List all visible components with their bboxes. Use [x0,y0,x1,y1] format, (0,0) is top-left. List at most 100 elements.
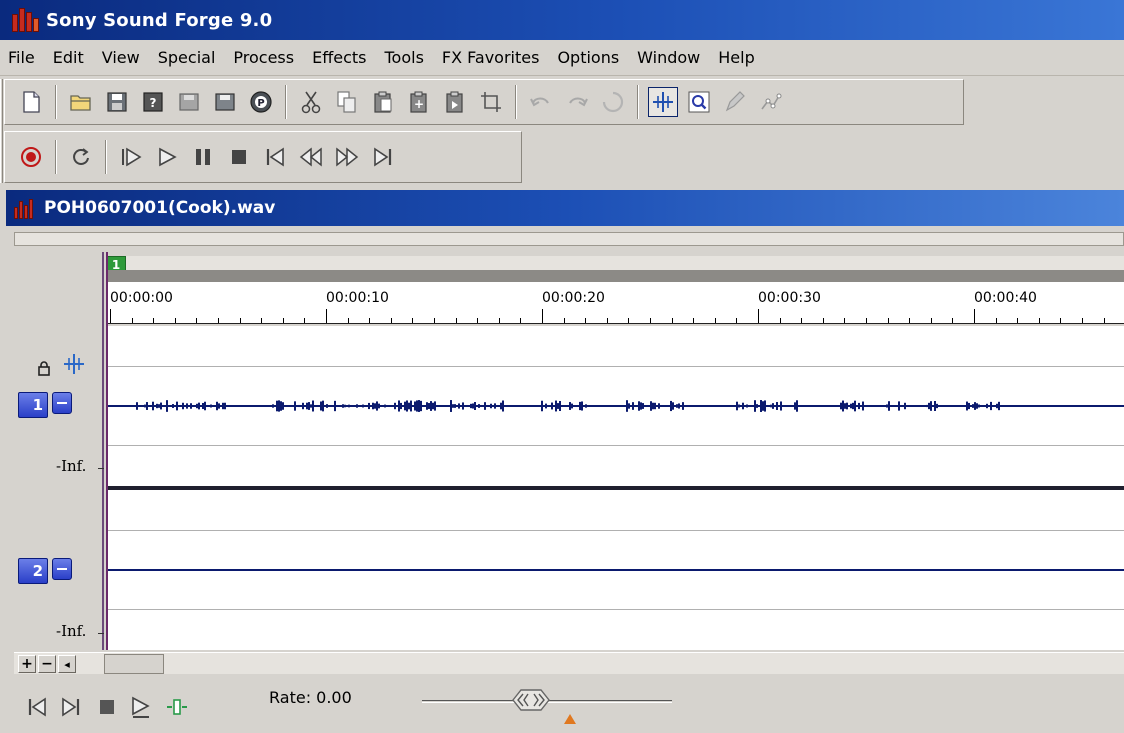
ruler-tick [131,318,133,323]
ruler-tick [758,309,759,323]
channel-2-button[interactable]: 2 [18,558,48,584]
rate-slider-thumb[interactable] [511,686,551,714]
ruler-tick [1060,318,1062,323]
ruler-tick [261,318,263,323]
menu-process[interactable]: Process [224,48,303,67]
menu-help[interactable]: Help [709,48,763,67]
horizontal-scrollbar[interactable]: + − ◂ [14,652,1124,674]
channel-2-minimize-button[interactable] [52,558,72,580]
paste-new-icon[interactable]: + [404,87,434,117]
envelope-tool-icon[interactable] [756,87,786,117]
mix-icon[interactable] [440,87,470,117]
channel-1-button[interactable]: 1 [18,392,48,418]
zoom-in-button[interactable]: + [18,655,36,673]
overview-bar[interactable] [14,232,1124,246]
pause-icon[interactable] [188,142,218,172]
menu-window[interactable]: Window [628,48,709,67]
loop-icon[interactable] [66,142,96,172]
crop-icon[interactable] [476,87,506,117]
waveform-peak [198,402,200,410]
undo-icon[interactable] [526,87,556,117]
render-icon[interactable] [210,87,240,117]
waveform-peak [854,400,856,412]
menu-fx-favorites[interactable]: FX Favorites [433,48,549,67]
menu-options[interactable]: Options [548,48,628,67]
play-all-icon[interactable] [116,142,146,172]
scroll-left-button[interactable]: ◂ [58,655,76,673]
waveform-peak [500,402,502,410]
properties-icon[interactable]: P [246,87,276,117]
channel-2-waveform[interactable] [106,490,1124,650]
menu-effects[interactable]: Effects [303,48,375,67]
menu-special[interactable]: Special [149,48,225,67]
edit-cursor [106,252,108,650]
repeat-icon[interactable] [598,87,628,117]
ruler-tick [628,318,630,323]
waveform-peak [400,402,402,410]
record-icon[interactable] [16,142,46,172]
go-to-start-icon[interactable] [24,694,50,720]
scroll-thumb[interactable] [104,654,164,674]
playbar[interactable] [106,270,1124,282]
waveform-peak [156,403,158,409]
lock-icon[interactable] [36,360,52,376]
rewind-icon[interactable] [296,142,326,172]
play-normal-icon[interactable] [128,694,154,720]
rate-center-marker [564,714,576,724]
play-icon[interactable] [152,142,182,172]
waveform-peak [762,401,764,411]
stop-icon[interactable] [94,694,120,720]
data-window-title-bar[interactable]: POH0607001(Cook).wav [6,190,1124,226]
magnify-tool-icon[interactable] [684,87,714,117]
waveform-peak [136,402,138,410]
waveform-peak [334,400,336,412]
cut-icon[interactable] [296,87,326,117]
go-to-end-icon[interactable] [368,142,398,172]
new-icon[interactable] [16,87,46,117]
menu-edit[interactable]: Edit [44,48,93,67]
toolbar-separator [105,140,107,174]
scrub-icon[interactable] [164,694,190,720]
menu-tools[interactable]: Tools [375,48,432,67]
pencil-tool-icon[interactable] [720,87,750,117]
file-name: POH0607001(Cook).wav [44,198,276,218]
menu-view[interactable]: View [93,48,149,67]
data-window: POH0607001(Cook).wav 1 -Inf. 2 -Inf. 1 0… [6,190,1124,733]
waveform-peak [886,404,888,408]
standard-toolbar: ? P + [4,79,964,125]
paste-icon[interactable] [368,87,398,117]
toolbar-grip[interactable] [0,79,3,183]
zoom-out-button[interactable]: − [38,655,56,673]
waveform-peak [166,400,168,412]
open-icon[interactable] [66,87,96,117]
menu-file[interactable]: File [0,48,44,67]
waveform-peak [222,402,224,410]
go-to-start-icon[interactable] [260,142,290,172]
ruler-label-0: 00:00:00 [110,290,173,306]
waveform-peak [384,404,386,408]
redo-icon[interactable] [562,87,592,117]
save-all-icon[interactable] [174,87,204,117]
copy-icon[interactable] [332,87,362,117]
channel-1-waveform[interactable] [106,326,1124,486]
edit-tool-icon[interactable] [648,87,678,117]
ruler-tick [412,318,414,323]
waveform-peak [146,402,148,410]
time-ruler[interactable]: 00:00:00 00:00:10 00:00:20 00:00:30 00:0… [106,282,1124,324]
snap-to-zero-icon[interactable] [62,352,86,376]
stop-icon[interactable] [224,142,254,172]
channel-1-minimize-button[interactable] [52,392,72,414]
save-icon[interactable] [102,87,132,117]
save-as-icon[interactable]: ? [138,87,168,117]
waveform-peak [760,400,762,412]
waveform-peak [410,400,412,412]
forward-icon[interactable] [332,142,362,172]
waveform-peak [764,400,766,412]
waveform-peak [976,403,978,409]
waveform-peak [545,403,547,409]
ruler-tick [844,318,846,323]
waveform-peak [842,400,844,412]
go-to-end-icon[interactable] [58,694,84,720]
waveform-peak [216,401,218,411]
sound-forge-logo-icon [10,5,40,35]
